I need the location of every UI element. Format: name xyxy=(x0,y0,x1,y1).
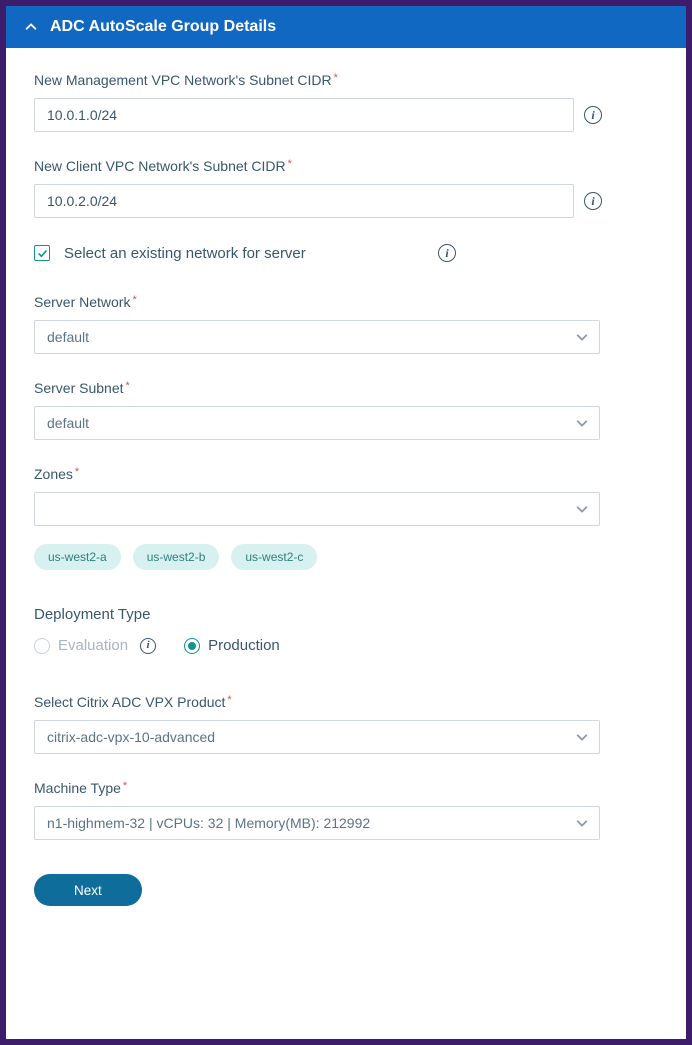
field-zones: Zones* xyxy=(34,466,658,526)
zone-chip[interactable]: us-west2-c xyxy=(231,544,317,570)
chevron-down-icon xyxy=(575,416,589,430)
label-deployment-type: Deployment Type xyxy=(34,606,658,623)
dialog-frame: ADC AutoScale Group Details New Manageme… xyxy=(4,4,688,1041)
checkbox-existing-server-network[interactable] xyxy=(34,245,50,261)
select-zones[interactable] xyxy=(34,492,600,526)
required-marker: * xyxy=(75,466,79,478)
required-marker: * xyxy=(126,380,130,392)
chevron-down-icon xyxy=(575,816,589,830)
panel-body: New Management VPC Network's Subnet CIDR… xyxy=(6,48,686,934)
required-marker: * xyxy=(334,72,338,84)
select-server-network[interactable]: default xyxy=(34,320,600,354)
chevron-down-icon xyxy=(575,502,589,516)
info-icon[interactable]: i xyxy=(140,638,156,654)
select-value: default xyxy=(47,415,89,431)
field-server-network: Server Network* default xyxy=(34,294,658,354)
field-mgmt-cidr: New Management VPC Network's Subnet CIDR… xyxy=(34,72,658,132)
select-value: n1-highmem-32 | vCPUs: 32 | Memory(MB): … xyxy=(47,815,370,831)
checkbox-label: Select an existing network for server xyxy=(64,245,424,262)
input-client-cidr[interactable] xyxy=(34,184,574,218)
deployment-type-radios: Evaluation i Production xyxy=(34,637,658,654)
zone-chip[interactable]: us-west2-a xyxy=(34,544,121,570)
label-server-subnet: Server Subnet* xyxy=(34,380,658,396)
info-icon[interactable]: i xyxy=(584,192,602,210)
chevron-up-icon xyxy=(24,20,38,34)
input-mgmt-cidr[interactable] xyxy=(34,98,574,132)
radio-label: Production xyxy=(208,637,280,654)
field-client-cidr: New Client VPC Network's Subnet CIDR* i xyxy=(34,158,658,218)
radio-icon xyxy=(34,638,50,654)
select-server-subnet[interactable]: default xyxy=(34,406,600,440)
required-marker: * xyxy=(132,294,136,306)
required-marker: * xyxy=(227,694,231,706)
label-mgmt-cidr: New Management VPC Network's Subnet CIDR… xyxy=(34,72,658,88)
radio-label: Evaluation xyxy=(58,637,128,654)
radio-evaluation[interactable]: Evaluation i xyxy=(34,637,156,654)
required-marker: * xyxy=(123,780,127,792)
label-server-network: Server Network* xyxy=(34,294,658,310)
panel-title: ADC AutoScale Group Details xyxy=(50,18,276,36)
select-value: citrix-adc-vpx-10-advanced xyxy=(47,729,215,745)
field-vpx-product: Select Citrix ADC VPX Product* citrix-ad… xyxy=(34,694,658,754)
select-machine-type[interactable]: n1-highmem-32 | vCPUs: 32 | Memory(MB): … xyxy=(34,806,600,840)
row-existing-server-network: Select an existing network for server i xyxy=(34,244,658,262)
panel-header[interactable]: ADC AutoScale Group Details xyxy=(6,6,686,48)
radio-production[interactable]: Production xyxy=(184,637,280,654)
field-server-subnet: Server Subnet* default xyxy=(34,380,658,440)
label-client-cidr: New Client VPC Network's Subnet CIDR* xyxy=(34,158,658,174)
info-icon[interactable]: i xyxy=(438,244,456,262)
select-value: default xyxy=(47,329,89,345)
field-machine-type: Machine Type* n1-highmem-32 | vCPUs: 32 … xyxy=(34,780,658,840)
select-vpx-product[interactable]: citrix-adc-vpx-10-advanced xyxy=(34,720,600,754)
info-icon[interactable]: i xyxy=(584,106,602,124)
next-button[interactable]: Next xyxy=(34,874,142,906)
zones-chips: us-west2-a us-west2-b us-west2-c xyxy=(34,544,658,570)
label-machine-type: Machine Type* xyxy=(34,780,658,796)
label-vpx-product: Select Citrix ADC VPX Product* xyxy=(34,694,658,710)
label-zones: Zones* xyxy=(34,466,658,482)
required-marker: * xyxy=(288,158,292,170)
radio-icon xyxy=(184,638,200,654)
zone-chip[interactable]: us-west2-b xyxy=(133,544,220,570)
chevron-down-icon xyxy=(575,730,589,744)
chevron-down-icon xyxy=(575,330,589,344)
